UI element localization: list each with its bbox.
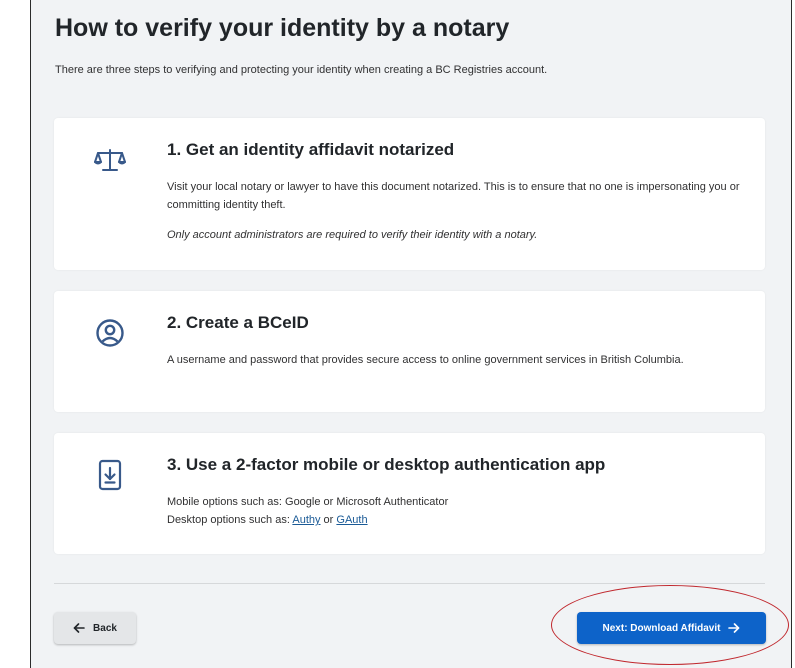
step-title-3: 3. Use a 2-factor mobile or desktop auth… [167, 455, 606, 474]
step-card-2: 2. Create a BCeID A username and passwor… [54, 291, 765, 412]
arrow-left-icon [73, 623, 85, 633]
step-title-1: 1. Get an identity affidavit notarized [167, 140, 455, 159]
back-button-label: Back [93, 622, 117, 634]
step-note-1: Only account administrators are required… [167, 229, 538, 241]
gauth-link[interactable]: GAuth [336, 514, 367, 526]
page-intro: There are three steps to verifying and p… [55, 64, 548, 76]
app-frame: How to verify your identity by a notary … [30, 0, 792, 668]
step-body-3: Mobile options such as: Google or Micros… [167, 493, 742, 529]
mobile-download-icon [92, 457, 128, 493]
page-title: How to verify your identity by a notary [55, 14, 510, 42]
scale-icon [92, 142, 128, 178]
step-card-3: 3. Use a 2-factor mobile or desktop auth… [54, 433, 765, 554]
authy-link[interactable]: Authy [292, 514, 320, 526]
arrow-right-icon [728, 623, 740, 633]
next-button-label: Next: Download Affidavit [602, 622, 721, 634]
step-title-2: 2. Create a BCeID [167, 313, 309, 332]
account-circle-icon [92, 315, 128, 351]
step-card-1: 1. Get an identity affidavit notarized V… [54, 118, 765, 270]
step-mobile-options: Mobile options such as: Google or Micros… [167, 496, 449, 508]
next-download-affidavit-button[interactable]: Next: Download Affidavit [577, 612, 766, 644]
desktop-options-or: or [320, 514, 337, 526]
actions-divider [54, 583, 765, 584]
step-description-1: Visit your local notary or lawyer to hav… [167, 181, 740, 211]
step-body-2: A username and password that provides se… [167, 351, 742, 369]
step-body-1: Visit your local notary or lawyer to hav… [167, 178, 742, 244]
step-description-2: A username and password that provides se… [167, 354, 684, 366]
back-button[interactable]: Back [54, 612, 136, 644]
desktop-options-prefix: Desktop options such as: [167, 514, 293, 526]
step-desktop-options: Desktop options such as: Authy or GAuth [167, 511, 742, 529]
